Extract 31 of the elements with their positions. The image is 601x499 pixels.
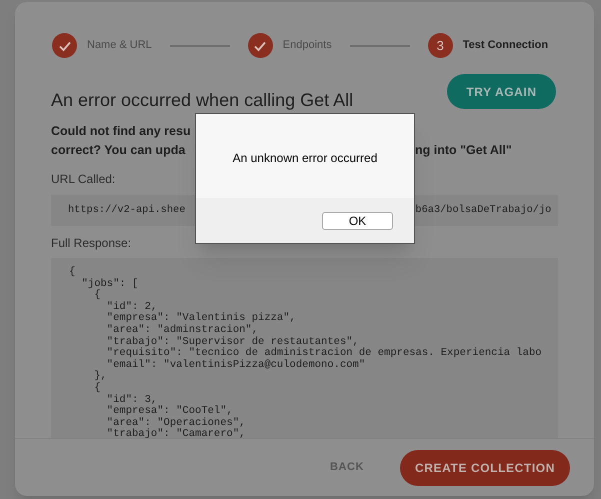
code-line: "requisito": "tecnico de administracion de empresas. Experiencia labo [106,348,543,360]
code-line: "trabajo": "Supervisor de restautantes", [106,336,360,348]
step-number: 3 [428,33,453,58]
code-line: "id": 2, [106,302,158,313]
error-title: An error occurred when calling Get All [51,89,354,112]
step-label: Name & URL [87,38,152,54]
step-label: Endpoints [282,38,332,54]
code-line: "jobs": [ [80,278,140,290]
code-line: "area": "adminstracion", [106,324,260,336]
try-again-button[interactable]: TRY AGAIN [447,74,556,109]
code-line: "email": "valentinisPizza@culodemono.com" [106,360,366,372]
response-label: Full Response: [51,235,132,252]
code-line: }, [93,371,108,382]
step-label: Test Connection [462,38,548,54]
url-label: URL Called: [51,171,116,188]
code-line: "area": "Operaciones", [106,418,246,429]
url-text: https://v2-api.shee [68,202,186,218]
alert-message: An unknown error occurred [232,150,378,167]
code-line: "id": 3, [106,394,158,406]
code-line: { [69,267,76,279]
back-button[interactable]: BACK [330,459,364,476]
url-text: b6a3/bolsaDeTrabajo/jo [415,202,552,218]
ok-button[interactable]: OK [322,212,393,230]
code-line: { [93,382,102,395]
error-message: ng into "Get All" [415,142,513,160]
error-message: Could not find any resu [51,123,192,140]
create-collection-button[interactable]: CREATE COLLECTION [400,450,570,486]
code-line: "empresa": "CooTel", [106,406,233,418]
error-message: correct? You can upda [51,142,186,160]
code-line: "empresa": "Valentinis pizza", [106,313,297,324]
code-line: { [93,290,102,302]
